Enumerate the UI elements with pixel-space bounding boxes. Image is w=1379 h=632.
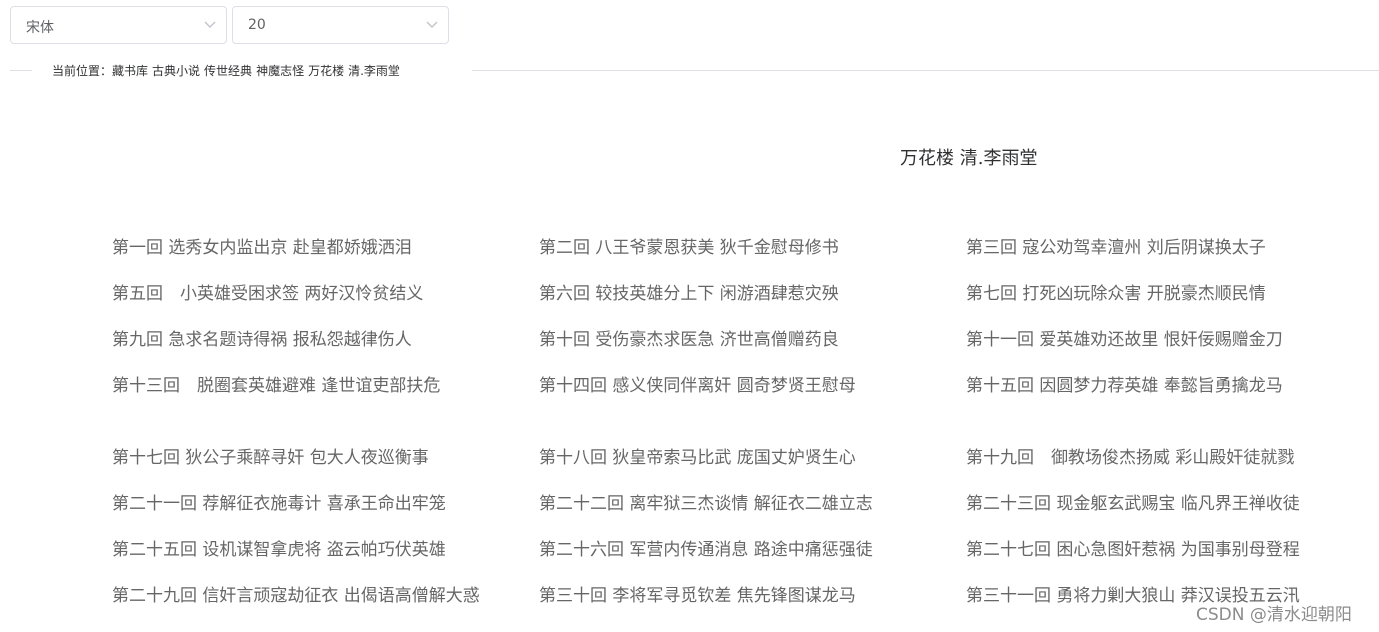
chevron-down-icon — [426, 21, 438, 28]
book-title: 万花楼 清.李雨堂 — [900, 148, 1038, 169]
chapter-link[interactable]: 第十五回 因圆梦力荐英雄 奉懿旨勇擒龙马 — [966, 374, 1366, 399]
breadcrumb-label: 当前位置： — [52, 64, 113, 78]
divider-left — [10, 70, 32, 71]
chapter-link[interactable]: 第十回 受伤豪杰求医急 济世高僧赠药良 — [539, 328, 939, 353]
chapter-link[interactable]: 第二十九回 信奸言顽寇劫征衣 出偈语高僧解大惑 — [112, 584, 507, 609]
breadcrumb-item[interactable]: 传世经典 — [204, 64, 252, 78]
font-size-select[interactable]: 20 — [232, 6, 449, 44]
chapter-link[interactable]: 第十七回 狄公子乘醉寻奸 包大人夜巡衡事 — [112, 446, 512, 471]
chapter-link[interactable]: 第五回 小英雄受困求签 两好汉怜贫结义 — [112, 282, 512, 307]
font-family-select[interactable]: 宋体 — [10, 6, 227, 44]
breadcrumb: 当前位置：藏书库 古典小说 传世经典 神魔志怪 万花楼 清.李雨堂 — [52, 62, 404, 79]
chevron-down-icon — [204, 21, 216, 28]
breadcrumb-item[interactable]: 清.李雨堂 — [348, 64, 400, 78]
breadcrumb-item[interactable]: 古典小说 — [152, 64, 200, 78]
chapter-link[interactable]: 第一回 选秀女内监出京 赴皇都娇娥洒泪 — [112, 236, 512, 261]
chapter-link[interactable]: 第二十六回 军营内传通消息 路途中痛惩强徒 — [539, 538, 939, 563]
font-family-value: 宋体 — [26, 20, 54, 36]
chapter-link[interactable]: 第二回 八王爷蒙恩获美 狄千金慰母修书 — [539, 236, 939, 261]
watermark: CSDN @清水迎朝阳 — [1196, 605, 1352, 625]
divider-right — [472, 70, 1379, 71]
chapter-link[interactable]: 第二十二回 离牢狱三杰谈情 解征衣二雄立志 — [539, 492, 939, 517]
chapter-link[interactable]: 第十四回 感义侠同伴离奸 圆奇梦贤王慰母 — [539, 374, 939, 399]
breadcrumb-item[interactable]: 万花楼 — [308, 64, 344, 78]
chapter-link[interactable]: 第十八回 狄皇帝索马比武 庞国丈妒贤生心 — [539, 446, 939, 471]
chapter-link[interactable]: 第十九回 御教场俊杰扬威 彩山殿奸徒就戮 — [966, 446, 1366, 471]
chapter-link[interactable]: 第十三回 脱圈套英雄避难 逢世谊吏部扶危 — [112, 374, 512, 399]
chapter-link[interactable]: 第六回 较技英雄分上下 闲游酒肆惹灾殃 — [539, 282, 939, 307]
chapter-link[interactable]: 第二十七回 困心急图奸惹祸 为国事别母登程 — [966, 538, 1366, 563]
chapter-link[interactable]: 第三回 寇公劝驾幸澶州 刘后阴谋换太子 — [966, 236, 1366, 261]
chapter-link[interactable]: 第二十一回 荐解征衣施毒计 喜承王命出牢笼 — [112, 492, 512, 517]
chapter-link[interactable]: 第七回 打死凶玩除众害 开脱豪杰顺民情 — [966, 282, 1366, 307]
chapter-link[interactable]: 第二十五回 设机谋智拿虎将 盗云帕巧伏英雄 — [112, 538, 512, 563]
breadcrumb-item[interactable]: 藏书库 — [112, 64, 148, 78]
chapter-link[interactable]: 第十一回 爱英雄劝还故里 恨奸佞赐赠金刀 — [966, 328, 1366, 353]
chapter-link[interactable]: 第二十三回 现金躯玄武赐宝 临凡界王禅收徒 — [966, 492, 1366, 517]
breadcrumb-item[interactable]: 神魔志怪 — [256, 64, 304, 78]
chapter-link[interactable]: 第九回 急求名题诗得祸 报私怨越律伤人 — [112, 328, 512, 353]
font-size-value: 20 — [248, 17, 266, 33]
chapter-link[interactable]: 第三十回 李将军寻觅钦差 焦先锋图谋龙马 — [539, 584, 939, 609]
